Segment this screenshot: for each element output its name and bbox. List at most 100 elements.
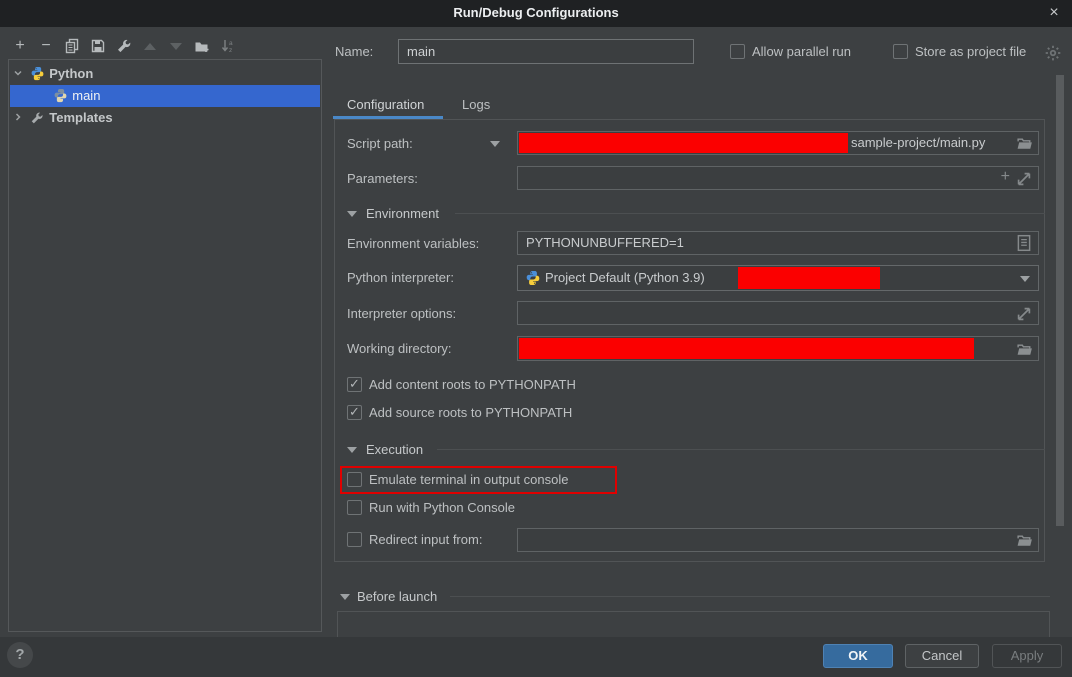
redirect-input-label[interactable]: Redirect input from: xyxy=(369,532,482,547)
add-content-roots-checkbox[interactable] xyxy=(347,377,362,392)
python-config-icon xyxy=(53,88,69,104)
before-launch-collapse-icon[interactable] xyxy=(340,594,350,600)
svg-text:a: a xyxy=(229,40,233,47)
interpreter-dropdown-icon[interactable] xyxy=(1020,276,1030,282)
minus-icon: − xyxy=(41,37,50,54)
script-path-field[interactable]: sample-project/main.py xyxy=(517,131,1039,155)
plus-icon: + xyxy=(15,37,24,54)
move-down-button[interactable] xyxy=(166,36,186,56)
store-as-project-file-checkbox[interactable] xyxy=(893,44,908,59)
chevron-right-icon[interactable] xyxy=(10,107,26,129)
chevron-down-icon[interactable] xyxy=(10,63,26,85)
remove-configuration-button[interactable]: − xyxy=(36,36,56,56)
run-with-python-console-checkbox[interactable] xyxy=(347,500,362,515)
name-label: Name: xyxy=(335,44,373,59)
add-source-roots-label[interactable]: Add source roots to PYTHONPATH xyxy=(369,405,572,420)
redaction-block xyxy=(519,133,848,153)
sidebar-item-label: main xyxy=(72,88,100,103)
help-button[interactable]: ? xyxy=(7,642,33,668)
script-path-dropdown-icon[interactable] xyxy=(490,141,500,147)
configurations-tree-panel: Python main Templates xyxy=(8,59,322,632)
vertical-scrollbar[interactable] xyxy=(1056,75,1064,526)
section-divider xyxy=(437,449,1045,450)
add-macro-icon[interactable]: + xyxy=(1001,168,1010,186)
folder-icon[interactable] xyxy=(1016,341,1034,359)
question-mark-icon: ? xyxy=(15,646,24,663)
python-interpreter-combo[interactable]: Project Default (Python 3.9) xyxy=(517,265,1039,291)
name-input[interactable] xyxy=(398,39,694,64)
expand-field-icon[interactable] xyxy=(1015,305,1033,323)
sort-configurations-button[interactable]: az xyxy=(218,36,238,56)
allow-parallel-run-checkbox[interactable] xyxy=(730,44,745,59)
allow-parallel-run-label[interactable]: Allow parallel run xyxy=(752,44,851,59)
sidebar-item-label: Python xyxy=(49,66,93,81)
interpreter-options-label: Interpreter options: xyxy=(347,306,456,321)
redirect-input-checkbox[interactable] xyxy=(347,532,362,547)
python-logo-icon xyxy=(30,66,46,82)
up-arrow-icon xyxy=(144,43,156,50)
redirect-input-field[interactable] xyxy=(517,528,1039,552)
store-as-project-file-label[interactable]: Store as project file xyxy=(915,44,1026,59)
sort-alpha-icon: az xyxy=(220,38,236,54)
environment-variables-label: Environment variables: xyxy=(347,236,479,251)
svg-text:z: z xyxy=(229,47,232,54)
sidebar-item-main[interactable]: main xyxy=(10,85,320,107)
edit-variables-icon[interactable] xyxy=(1015,234,1033,252)
script-path-value: sample-project/main.py xyxy=(851,135,985,150)
dialog-title: Run/Debug Configurations xyxy=(0,5,1072,20)
emulate-terminal-label[interactable]: Emulate terminal in output console xyxy=(369,472,568,487)
redaction-block xyxy=(519,338,974,359)
environment-section-label[interactable]: Environment xyxy=(366,206,439,221)
python-interpreter-label: Python interpreter: xyxy=(347,270,454,285)
environment-variables-field[interactable]: PYTHONUNBUFFERED=1 xyxy=(517,231,1039,255)
sidebar-item-templates[interactable]: Templates xyxy=(10,107,320,129)
down-arrow-icon xyxy=(170,43,182,50)
section-divider xyxy=(450,596,1050,597)
working-directory-label: Working directory: xyxy=(347,341,452,356)
before-launch-section-label[interactable]: Before launch xyxy=(357,589,437,604)
tab-configuration[interactable]: Configuration xyxy=(347,97,424,112)
new-folder-icon xyxy=(194,38,211,54)
run-debug-configurations-dialog: Run/Debug Configurations × + − az Python xyxy=(0,0,1072,677)
execution-collapse-icon[interactable] xyxy=(347,447,357,453)
section-divider xyxy=(455,213,1045,214)
wrench-icon xyxy=(116,38,132,54)
move-up-button[interactable] xyxy=(140,36,160,56)
sidebar-item-python[interactable]: Python xyxy=(10,63,320,85)
python-logo-icon xyxy=(525,270,541,286)
parameters-field[interactable]: + xyxy=(517,166,1039,190)
gear-icon[interactable] xyxy=(1044,44,1062,62)
tab-logs[interactable]: Logs xyxy=(462,97,490,112)
sidebar-item-label: Templates xyxy=(49,110,112,125)
script-path-label: Script path: xyxy=(347,136,413,151)
copy-configuration-button[interactable] xyxy=(62,36,82,56)
environment-collapse-icon[interactable] xyxy=(347,211,357,217)
run-with-python-console-label[interactable]: Run with Python Console xyxy=(369,500,515,515)
cancel-button[interactable]: Cancel xyxy=(905,644,979,668)
save-configuration-button[interactable] xyxy=(88,36,108,56)
execution-section-label[interactable]: Execution xyxy=(366,442,423,457)
emulate-terminal-checkbox[interactable] xyxy=(347,472,362,487)
close-icon[interactable]: × xyxy=(1044,2,1064,24)
ok-button[interactable]: OK xyxy=(823,644,893,668)
add-configuration-button[interactable]: + xyxy=(10,36,30,56)
folder-icon[interactable] xyxy=(1016,532,1034,550)
redaction-block xyxy=(738,267,880,289)
apply-button[interactable]: Apply xyxy=(992,644,1062,668)
new-folder-button[interactable] xyxy=(192,36,212,56)
interpreter-options-field[interactable] xyxy=(517,301,1039,325)
expand-field-icon[interactable] xyxy=(1015,170,1033,188)
edit-templates-button[interactable] xyxy=(114,36,134,56)
dialog-titlebar: Run/Debug Configurations × xyxy=(0,0,1072,27)
copy-icon xyxy=(64,38,80,54)
parameters-label: Parameters: xyxy=(347,171,418,186)
add-content-roots-label[interactable]: Add content roots to PYTHONPATH xyxy=(369,377,576,392)
templates-wrench-icon xyxy=(30,110,46,126)
environment-variables-value: PYTHONUNBUFFERED=1 xyxy=(526,235,684,250)
working-directory-field[interactable] xyxy=(517,336,1039,361)
save-icon xyxy=(90,38,106,54)
add-source-roots-checkbox[interactable] xyxy=(347,405,362,420)
before-launch-task-list[interactable] xyxy=(337,611,1050,637)
folder-icon[interactable] xyxy=(1016,135,1034,153)
python-interpreter-value: Project Default (Python 3.9) xyxy=(545,270,705,285)
